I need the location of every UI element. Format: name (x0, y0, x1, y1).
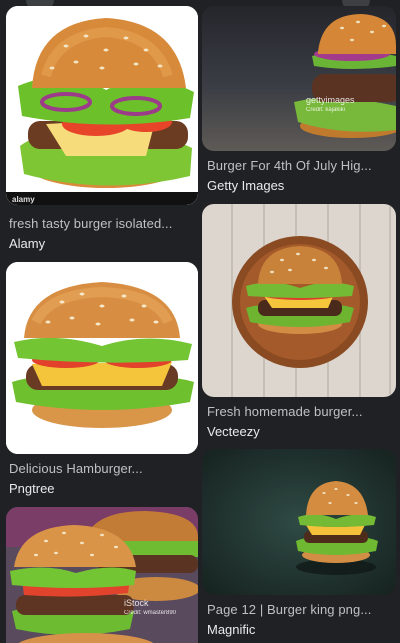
result-title: Page 12 | Burger king png... (207, 602, 372, 617)
result-card-alamy[interactable]: alamy fresh tasty burger isolated... Ala… (0, 0, 200, 258)
burger-image (202, 449, 396, 595)
result-card-pngtree[interactable]: Delicious Hamburger... Pngtree (0, 258, 200, 503)
watermark-istock: iStock (124, 598, 149, 608)
result-image[interactable] (202, 449, 396, 595)
result-card-vecteezy[interactable]: Fresh homemade burger... Vecteezy (200, 200, 400, 445)
burger-image (6, 507, 198, 643)
result-title: fresh tasty burger isolated... (9, 216, 173, 231)
result-source: Magnific (207, 622, 256, 637)
result-image[interactable]: alamy (6, 6, 198, 205)
result-image[interactable]: iStock Credit: wmaster890 (6, 507, 198, 643)
result-card-getty[interactable]: gettyimages Credit: kajakiki Burger For … (200, 0, 400, 200)
burger-image (202, 6, 396, 151)
result-source: Pngtree (9, 481, 55, 496)
image-results-grid: alamy fresh tasty burger isolated... Ala… (0, 0, 400, 643)
result-image[interactable]: gettyimages Credit: kajakiki (202, 6, 396, 151)
watermark-credit: Credit: kajakiki (306, 107, 346, 113)
result-title: Burger For 4th Of July Hig... (207, 158, 372, 173)
burger-image (6, 262, 198, 454)
watermark-credit: Credit: wmaster890 (124, 610, 177, 616)
burger-image (202, 204, 396, 397)
result-title: Fresh homemade burger... (207, 404, 363, 419)
result-card-istock[interactable]: iStock Credit: wmaster890 (0, 503, 200, 643)
watermark-alamy: alamy (12, 195, 35, 204)
result-source: Alamy (9, 236, 46, 251)
result-image[interactable] (6, 262, 198, 454)
result-card-magnific[interactable]: Page 12 | Burger king png... Magnific (200, 445, 400, 643)
result-source: Vecteezy (207, 424, 260, 439)
watermark-getty: gettyimages (306, 95, 355, 105)
result-source: Getty Images (207, 178, 285, 193)
result-title: Delicious Hamburger... (9, 461, 143, 476)
result-image[interactable] (202, 204, 396, 397)
burger-image (6, 6, 198, 205)
